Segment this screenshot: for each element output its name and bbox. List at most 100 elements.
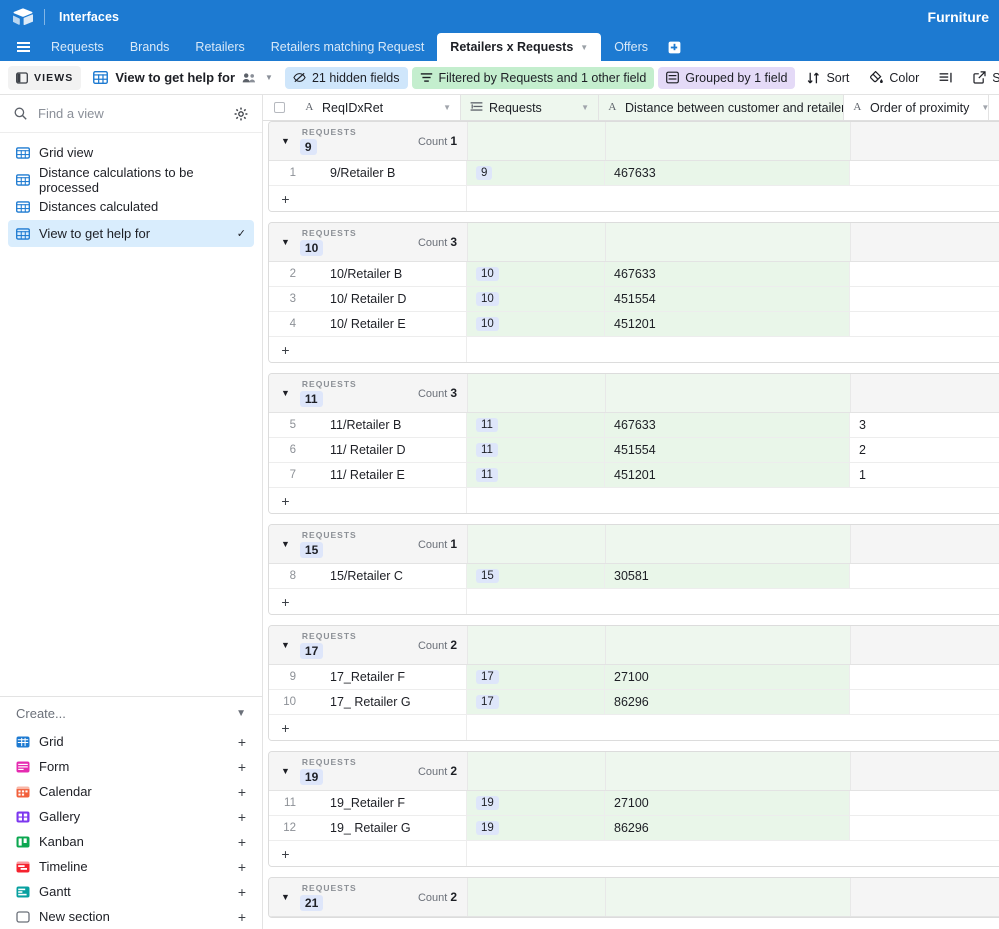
add-table-icon[interactable] (661, 33, 687, 61)
chevron-down-icon[interactable]: ▼ (975, 103, 988, 112)
row-height-button[interactable] (931, 66, 961, 90)
cell-distance[interactable]: 27100 (605, 791, 850, 815)
linked-record-chip[interactable]: 19 (476, 821, 499, 835)
linked-record-chip[interactable]: 11 (476, 443, 498, 457)
cell-requests[interactable]: 9 (467, 161, 605, 185)
cell-requests[interactable]: 10 (467, 262, 605, 286)
linked-record-chip[interactable]: 17 (476, 670, 499, 684)
add-icon[interactable]: + (238, 884, 246, 900)
tab-retailers-x-requests[interactable]: Retailers x Requests ▼ (437, 33, 602, 61)
add-icon[interactable]: + (238, 834, 246, 850)
group-header[interactable]: ▼ Requests 21 Count 2 (269, 878, 999, 917)
cell-order-of-proximity[interactable]: 3 (850, 413, 999, 437)
create-item-kanban[interactable]: Kanban + (8, 829, 254, 854)
group-button[interactable]: Grouped by 1 field (658, 66, 796, 89)
tab-retailers[interactable]: Retailers (182, 33, 257, 61)
airtable-logo-icon[interactable] (12, 8, 34, 26)
sidebar-item-distance-calculations-to-be-processed[interactable]: Distance calculations to be processed (8, 165, 254, 195)
collapse-group-icon[interactable]: ▼ (281, 539, 290, 549)
cell-reqidxret[interactable]: 9/Retailer B (302, 161, 467, 185)
column-header-distance-between-customer-and-retailer[interactable]: A Distance between customer and retailer… (599, 95, 844, 120)
tab-requests[interactable]: Requests (38, 33, 117, 61)
checkbox-icon[interactable] (274, 102, 285, 113)
linked-record-chip[interactable]: 17 (476, 695, 499, 709)
cell-order-of-proximity[interactable] (850, 816, 999, 840)
create-item-grid[interactable]: Grid + (8, 729, 254, 754)
cell-requests[interactable]: 15 (467, 564, 605, 588)
create-item-calendar[interactable]: Calendar + (8, 779, 254, 804)
chevron-down-icon[interactable]: ▼ (236, 708, 246, 719)
cell-distance[interactable]: 86296 (605, 816, 850, 840)
table-row[interactable]: 3 10/ Retailer D 10 451554 (269, 287, 999, 312)
add-record-icon[interactable]: + (269, 191, 302, 207)
grid-scroll-body[interactable]: ▼ Requests 9 Count 1 1 9/ (263, 121, 999, 929)
column-header-requests[interactable]: Requests ▼ (461, 95, 599, 120)
create-item-form[interactable]: Form + (8, 754, 254, 779)
cell-distance[interactable]: 467633 (605, 413, 850, 437)
cell-order-of-proximity[interactable] (850, 312, 999, 336)
collapse-group-icon[interactable]: ▼ (281, 136, 290, 146)
add-record-icon[interactable]: + (269, 342, 302, 358)
linked-record-chip[interactable]: 10 (476, 317, 499, 331)
add-record-icon[interactable]: + (269, 846, 302, 862)
cell-reqidxret[interactable]: 10/ Retailer D (302, 287, 467, 311)
cell-distance[interactable]: 451554 (605, 287, 850, 311)
linked-record-chip[interactable]: 10 (476, 267, 499, 281)
cell-requests[interactable]: 11 (467, 438, 605, 462)
cell-distance[interactable]: 467633 (605, 262, 850, 286)
sidebar-toggle-icon[interactable] (8, 33, 38, 61)
tab-offers[interactable]: Offers (601, 33, 661, 61)
group-header[interactable]: ▼ Requests 15 Count 1 (269, 525, 999, 564)
add-icon[interactable]: + (238, 734, 246, 750)
cell-reqidxret[interactable]: 10/ Retailer E (302, 312, 467, 336)
chevron-down-icon[interactable]: ▼ (437, 103, 451, 112)
cell-distance[interactable]: 467633 (605, 161, 850, 185)
create-item-timeline[interactable]: Timeline + (8, 854, 254, 879)
cell-order-of-proximity[interactable] (850, 791, 999, 815)
cell-requests[interactable]: 11 (467, 413, 605, 437)
cell-reqidxret[interactable]: 15/Retailer C (302, 564, 467, 588)
add-icon[interactable]: + (238, 859, 246, 875)
cell-reqidxret[interactable]: 10/Retailer B (302, 262, 467, 286)
cell-order-of-proximity[interactable] (850, 564, 999, 588)
group-header[interactable]: ▼ Requests 9 Count 1 (269, 122, 999, 161)
sidebar-item-view-to-get-help-for[interactable]: View to get help for ✓ (8, 220, 254, 247)
table-row[interactable]: 8 15/Retailer C 15 30581 (269, 564, 999, 589)
table-row[interactable]: 1 9/Retailer B 9 467633 (269, 161, 999, 186)
column-header-reqidxret[interactable]: A ReqIDxRet ▼ (296, 95, 461, 120)
cell-reqidxret[interactable]: 19_Retailer F (302, 791, 467, 815)
linked-record-chip[interactable]: 19 (476, 796, 499, 810)
group-header[interactable]: ▼ Requests 17 Count 2 (269, 626, 999, 665)
hidden-fields-button[interactable]: 21 hidden fields (284, 66, 408, 89)
add-record-row[interactable]: + (269, 186, 999, 211)
add-record-icon[interactable]: + (269, 720, 302, 736)
cell-requests[interactable]: 10 (467, 287, 605, 311)
group-header[interactable]: ▼ Requests 19 Count 2 (269, 752, 999, 791)
table-row[interactable]: 12 19_ Retailer G 19 86296 (269, 816, 999, 841)
linked-record-chip[interactable]: 9 (476, 166, 493, 180)
add-record-row[interactable]: + (269, 841, 999, 866)
create-item-new-section[interactable]: New section + (8, 904, 254, 929)
table-row[interactable]: 7 11/ Retailer E 11 451201 1 (269, 463, 999, 488)
sort-button[interactable]: Sort (799, 66, 857, 90)
cell-distance[interactable]: 451554 (605, 438, 850, 462)
cell-requests[interactable]: 10 (467, 312, 605, 336)
filter-button[interactable]: Filtered by Requests and 1 other field (411, 66, 655, 89)
create-header[interactable]: Create... ▼ (8, 697, 254, 729)
add-icon[interactable]: + (238, 759, 246, 775)
add-record-row[interactable]: + (269, 488, 999, 513)
cell-requests[interactable]: 17 (467, 690, 605, 714)
table-row[interactable]: 10 17_ Retailer G 17 86296 (269, 690, 999, 715)
cell-requests[interactable]: 11 (467, 463, 605, 487)
cell-order-of-proximity[interactable] (850, 665, 999, 689)
cell-distance[interactable]: 30581 (605, 564, 850, 588)
collapse-group-icon[interactable]: ▼ (281, 892, 290, 902)
cell-distance[interactable]: 86296 (605, 690, 850, 714)
cell-distance[interactable]: 451201 (605, 463, 850, 487)
current-view-button[interactable]: View to get help for ▼ (85, 66, 281, 90)
chevron-down-icon[interactable]: ▼ (580, 43, 588, 52)
gear-icon[interactable] (234, 107, 248, 121)
cell-reqidxret[interactable]: 17_Retailer F (302, 665, 467, 689)
cell-distance[interactable]: 451201 (605, 312, 850, 336)
cell-order-of-proximity[interactable]: 1 (850, 463, 999, 487)
